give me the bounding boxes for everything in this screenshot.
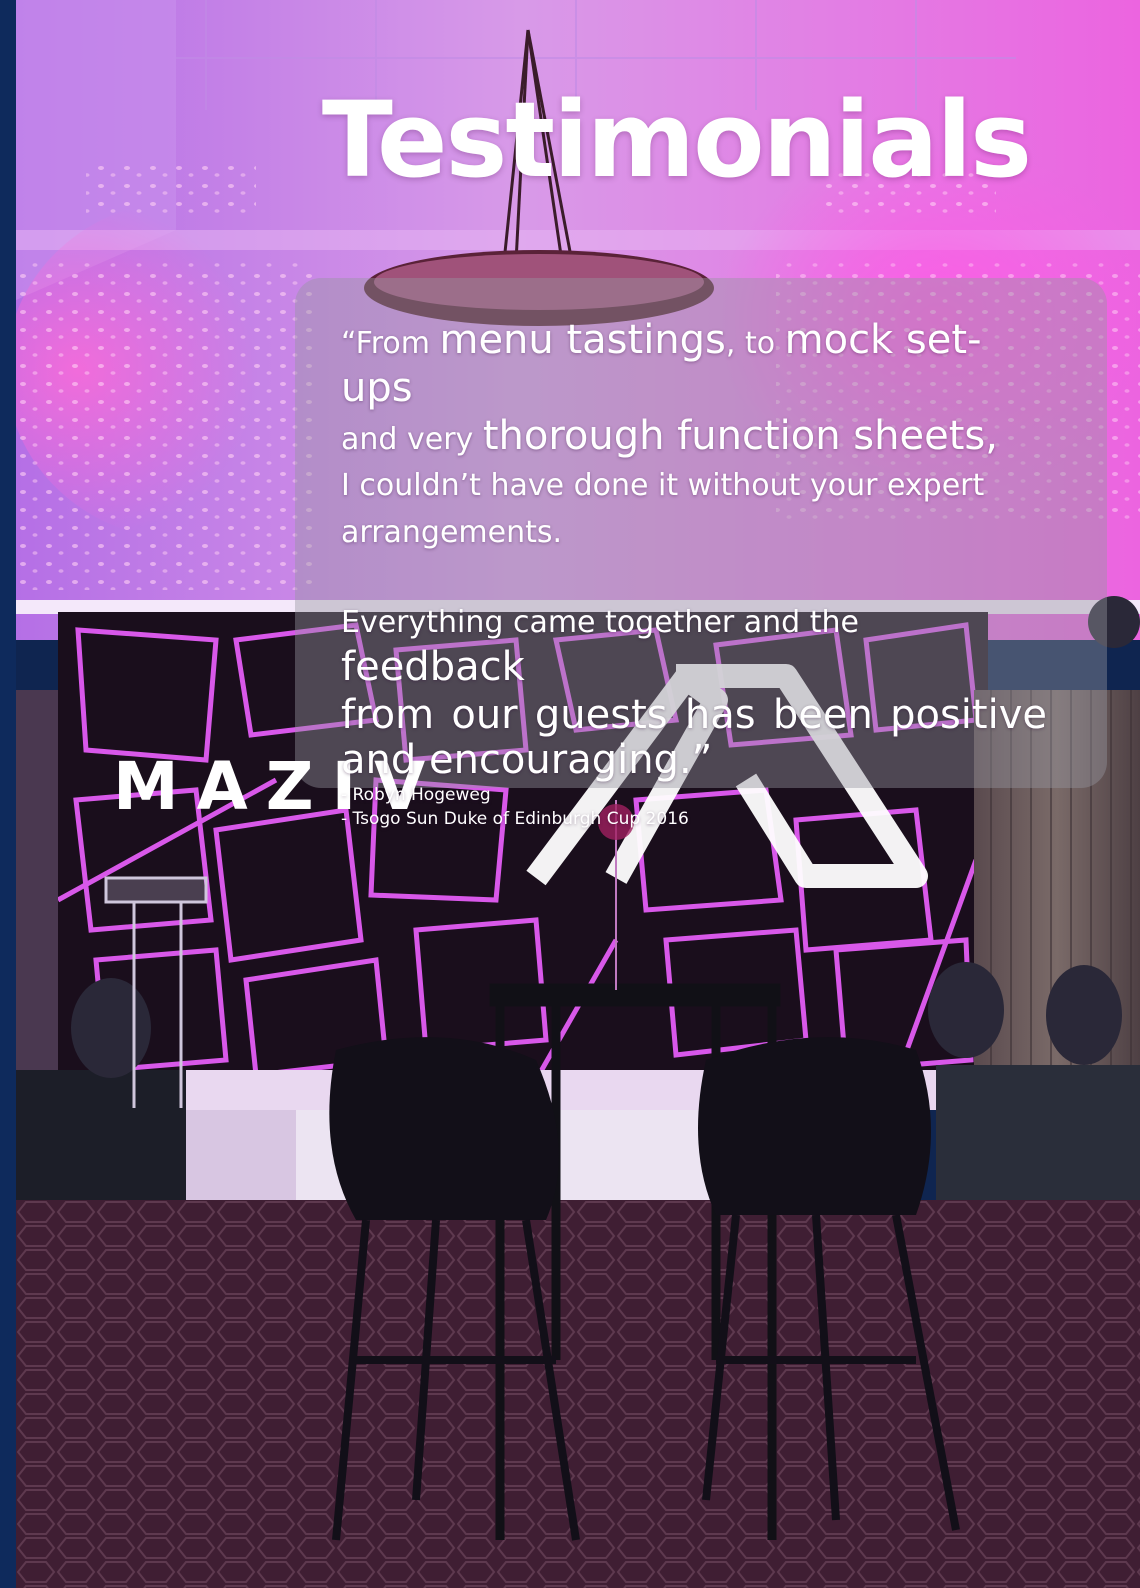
testimonial-quote: “From menu tastings, to mock set-ups and… [341, 318, 1047, 831]
quote-line-7: and encouraging.” [341, 737, 713, 783]
page-title: Testimonials [321, 79, 1032, 201]
testimonial-author: - Robyn Hogeweg [341, 785, 491, 805]
quote-line-5: Everything came together and the feedbac… [341, 605, 859, 690]
brochure-page: Testimonials “From menu tastings, to moc… [0, 0, 1140, 1588]
quote-line-6: from our guests has been positive [341, 692, 1047, 738]
quote-line-1: “From menu tastings, to mock set-ups [341, 317, 982, 411]
quote-line-3: I couldn’t have done it without your exp… [341, 468, 985, 503]
testimonial-event: - Tsogo Sun Duke of Edinburgh Cup 2016 [341, 809, 689, 829]
side-navy-bar [0, 0, 16, 1588]
quote-line-4: arrangements. [341, 515, 563, 550]
quote-line-2: and very thorough function sheets, [341, 413, 998, 459]
